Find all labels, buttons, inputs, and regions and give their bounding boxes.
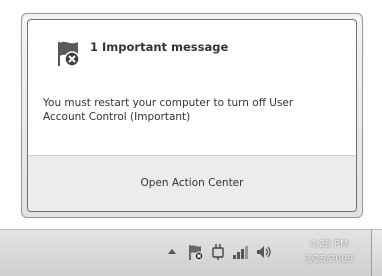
taskbar: 4:29 PM 3/25/2009 (0, 229, 382, 276)
popup-content: 1 Important message You must restart you… (27, 19, 357, 212)
action-center-flag-icon[interactable] (187, 243, 205, 261)
popup-header: 1 Important message (28, 20, 356, 80)
network-signal-icon[interactable] (231, 243, 249, 261)
volume-icon[interactable] (255, 243, 273, 261)
open-action-center-link[interactable]: Open Action Center (28, 155, 356, 211)
chevron-up-icon[interactable] (163, 243, 181, 261)
action-center-flag-icon (58, 41, 80, 67)
restart-message-link[interactable]: You must restart your computer to turn o… (43, 96, 333, 124)
taskbar-clock[interactable]: 4:29 PM 3/25/2009 (299, 237, 359, 267)
action-center-popup: 1 Important message You must restart you… (21, 13, 363, 218)
show-desktop-button[interactable] (371, 230, 382, 276)
notification-title: 1 Important message (90, 40, 229, 54)
clock-date: 3/25/2009 (304, 254, 354, 265)
power-plug-icon[interactable] (209, 243, 227, 261)
clock-time: 4:29 PM (309, 239, 349, 250)
